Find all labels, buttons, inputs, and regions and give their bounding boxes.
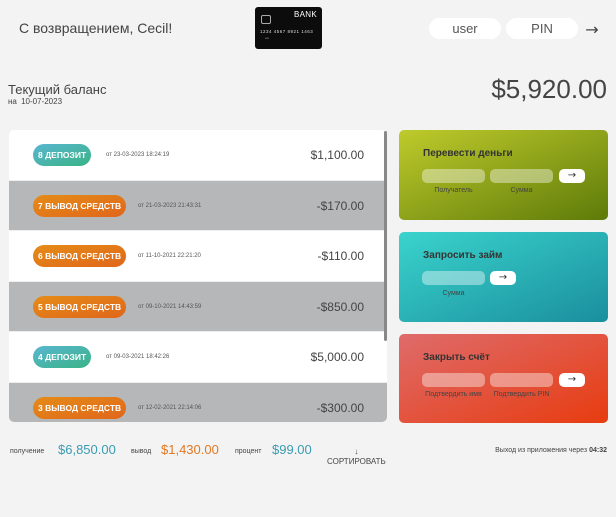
top-nav: С возвращением, Cecil! BANK 1234 4567 89…	[0, 0, 616, 58]
movement-date: от 21-03-2023 21:43:31	[138, 202, 202, 209]
transfer-title: Перевести деньги	[423, 148, 513, 159]
summary-in-label: получение	[10, 448, 45, 455]
close-user-label: Подтвердить имя	[425, 391, 482, 398]
transfer-to-label: Получатель	[434, 187, 473, 194]
logo-bank-text: BANK	[294, 10, 317, 19]
transfer-submit-button[interactable]: →	[559, 169, 585, 183]
loan-title: Запросить займ	[423, 250, 503, 261]
close-submit-button[interactable]: →	[559, 373, 585, 387]
movement-type-badge: 4 ДЕПОЗИТ	[33, 346, 92, 368]
movement-type-badge: 3 ВЫВОД СРЕДСТВ	[33, 396, 127, 419]
login-arrow-button[interactable]: →	[582, 18, 602, 40]
loan-amount-label: Сумма	[442, 290, 465, 297]
movement-date: от 11-10-2021 22:21:20	[138, 253, 201, 259]
movements-scrollbar[interactable]	[384, 131, 387, 341]
movements-list[interactable]: 8 ДЕПОЗИТ от 23-03-2023 18:24:19 $1,100.…	[9, 130, 387, 422]
movement-value: -$300.00	[316, 400, 364, 415]
summary-in-value: $6,850.00	[58, 442, 116, 457]
transfer-to-input[interactable]	[422, 169, 485, 183]
movement-value: -$850.00	[316, 299, 364, 314]
logout-timer: Выход из приложения через 04:32	[495, 447, 607, 454]
close-user-input[interactable]	[422, 373, 485, 387]
movement-type-badge: 5 ВЫВОД СРЕДСТВ	[33, 295, 127, 318]
logout-timer-value: 04:32	[589, 447, 607, 454]
movement-row: 7 ВЫВОД СРЕДСТВ от 21-03-2023 21:43:31 -…	[9, 180, 387, 231]
close-pin-input[interactable]	[490, 373, 553, 387]
summary-out-label: вывод	[131, 448, 152, 455]
movement-value: $5,000.00	[310, 350, 364, 364]
summary-bar: получение $6,850.00 вывод $1,430.00 проц…	[0, 440, 616, 470]
sort-label: СОРТИРОВАТЬ	[327, 457, 386, 466]
movement-date: от 09-03-2021 18:42:26	[106, 354, 170, 360]
logout-text: Выход из приложения через	[495, 447, 588, 454]
movement-type-badge: 6 ВЫВОД СРЕДСТВ	[33, 245, 127, 267]
transfer-amount-input[interactable]	[490, 169, 553, 183]
movement-row: 5 ВЫВОД СРЕДСТВ от 09-10-2021 14:43:59 -…	[9, 281, 387, 332]
transfer-panel: Перевести деньги → Получатель Сумма	[399, 130, 608, 220]
movement-value: -$170.00	[316, 198, 364, 213]
logo-card-number: 1234 4567 8921 1463	[260, 29, 314, 34]
movement-row: 4 ДЕПОЗИТ от 09-03-2021 18:42:26 $5,000.…	[9, 332, 387, 383]
sort-arrow-icon: ↓	[354, 447, 359, 456]
loan-panel: Запросить займ → Сумма	[399, 232, 608, 322]
balance-date-value: 10-07-2023	[21, 97, 63, 106]
card-chip-icon	[261, 15, 271, 24]
sort-button[interactable]: ↓ СОРТИРОВАТЬ	[327, 447, 386, 467]
summary-out-value: $1,430.00	[161, 442, 219, 457]
balance-value: $5,920.00	[491, 74, 607, 104]
balance-date-prefix: на	[8, 97, 17, 106]
login-pin-input[interactable]	[506, 18, 578, 39]
movement-date: от 09-10-2021 14:43:59	[138, 303, 202, 310]
loan-amount-input[interactable]	[422, 271, 485, 285]
movement-type-badge: 8 ДЕПОЗИТ	[33, 144, 92, 166]
summary-interest-value: $99.00	[272, 442, 312, 457]
balance-label: Текущий баланс	[8, 82, 107, 97]
movement-date: от 23-03-2023 18:24:19	[106, 152, 170, 158]
logo-sub-text: ••••	[265, 36, 270, 40]
movement-row: 6 ВЫВОД СРЕДСТВ от 11-10-2021 22:21:20 -…	[9, 231, 387, 282]
movement-date: от 12-02-2021 22:14:06	[138, 404, 202, 411]
transfer-amount-label: Сумма	[510, 187, 533, 194]
welcome-message: С возвращением, Cecil!	[19, 20, 173, 36]
summary-interest-label: процент	[235, 448, 262, 455]
login-user-input[interactable]	[429, 18, 501, 39]
movement-type-badge: 7 ВЫВОД СРЕДСТВ	[33, 194, 127, 217]
close-account-panel: Закрыть счёт → Подтвердить имя Подтверди…	[399, 334, 608, 423]
bank-card-logo: BANK 1234 4567 8921 1463 ••••	[255, 7, 322, 49]
movement-row: 3 ВЫВОД СРЕДСТВ от 12-02-2021 22:14:06 -…	[9, 382, 387, 422]
close-pin-label: Подтвердить PIN	[493, 391, 550, 398]
movement-value: -$110.00	[317, 249, 364, 263]
close-title: Закрыть счёт	[423, 352, 490, 363]
movement-row: 8 ДЕПОЗИТ от 23-03-2023 18:24:19 $1,100.…	[9, 130, 387, 181]
movement-value: $1,100.00	[310, 148, 364, 162]
balance-date: на 10-07-2023	[8, 97, 62, 106]
loan-submit-button[interactable]: →	[490, 271, 516, 285]
